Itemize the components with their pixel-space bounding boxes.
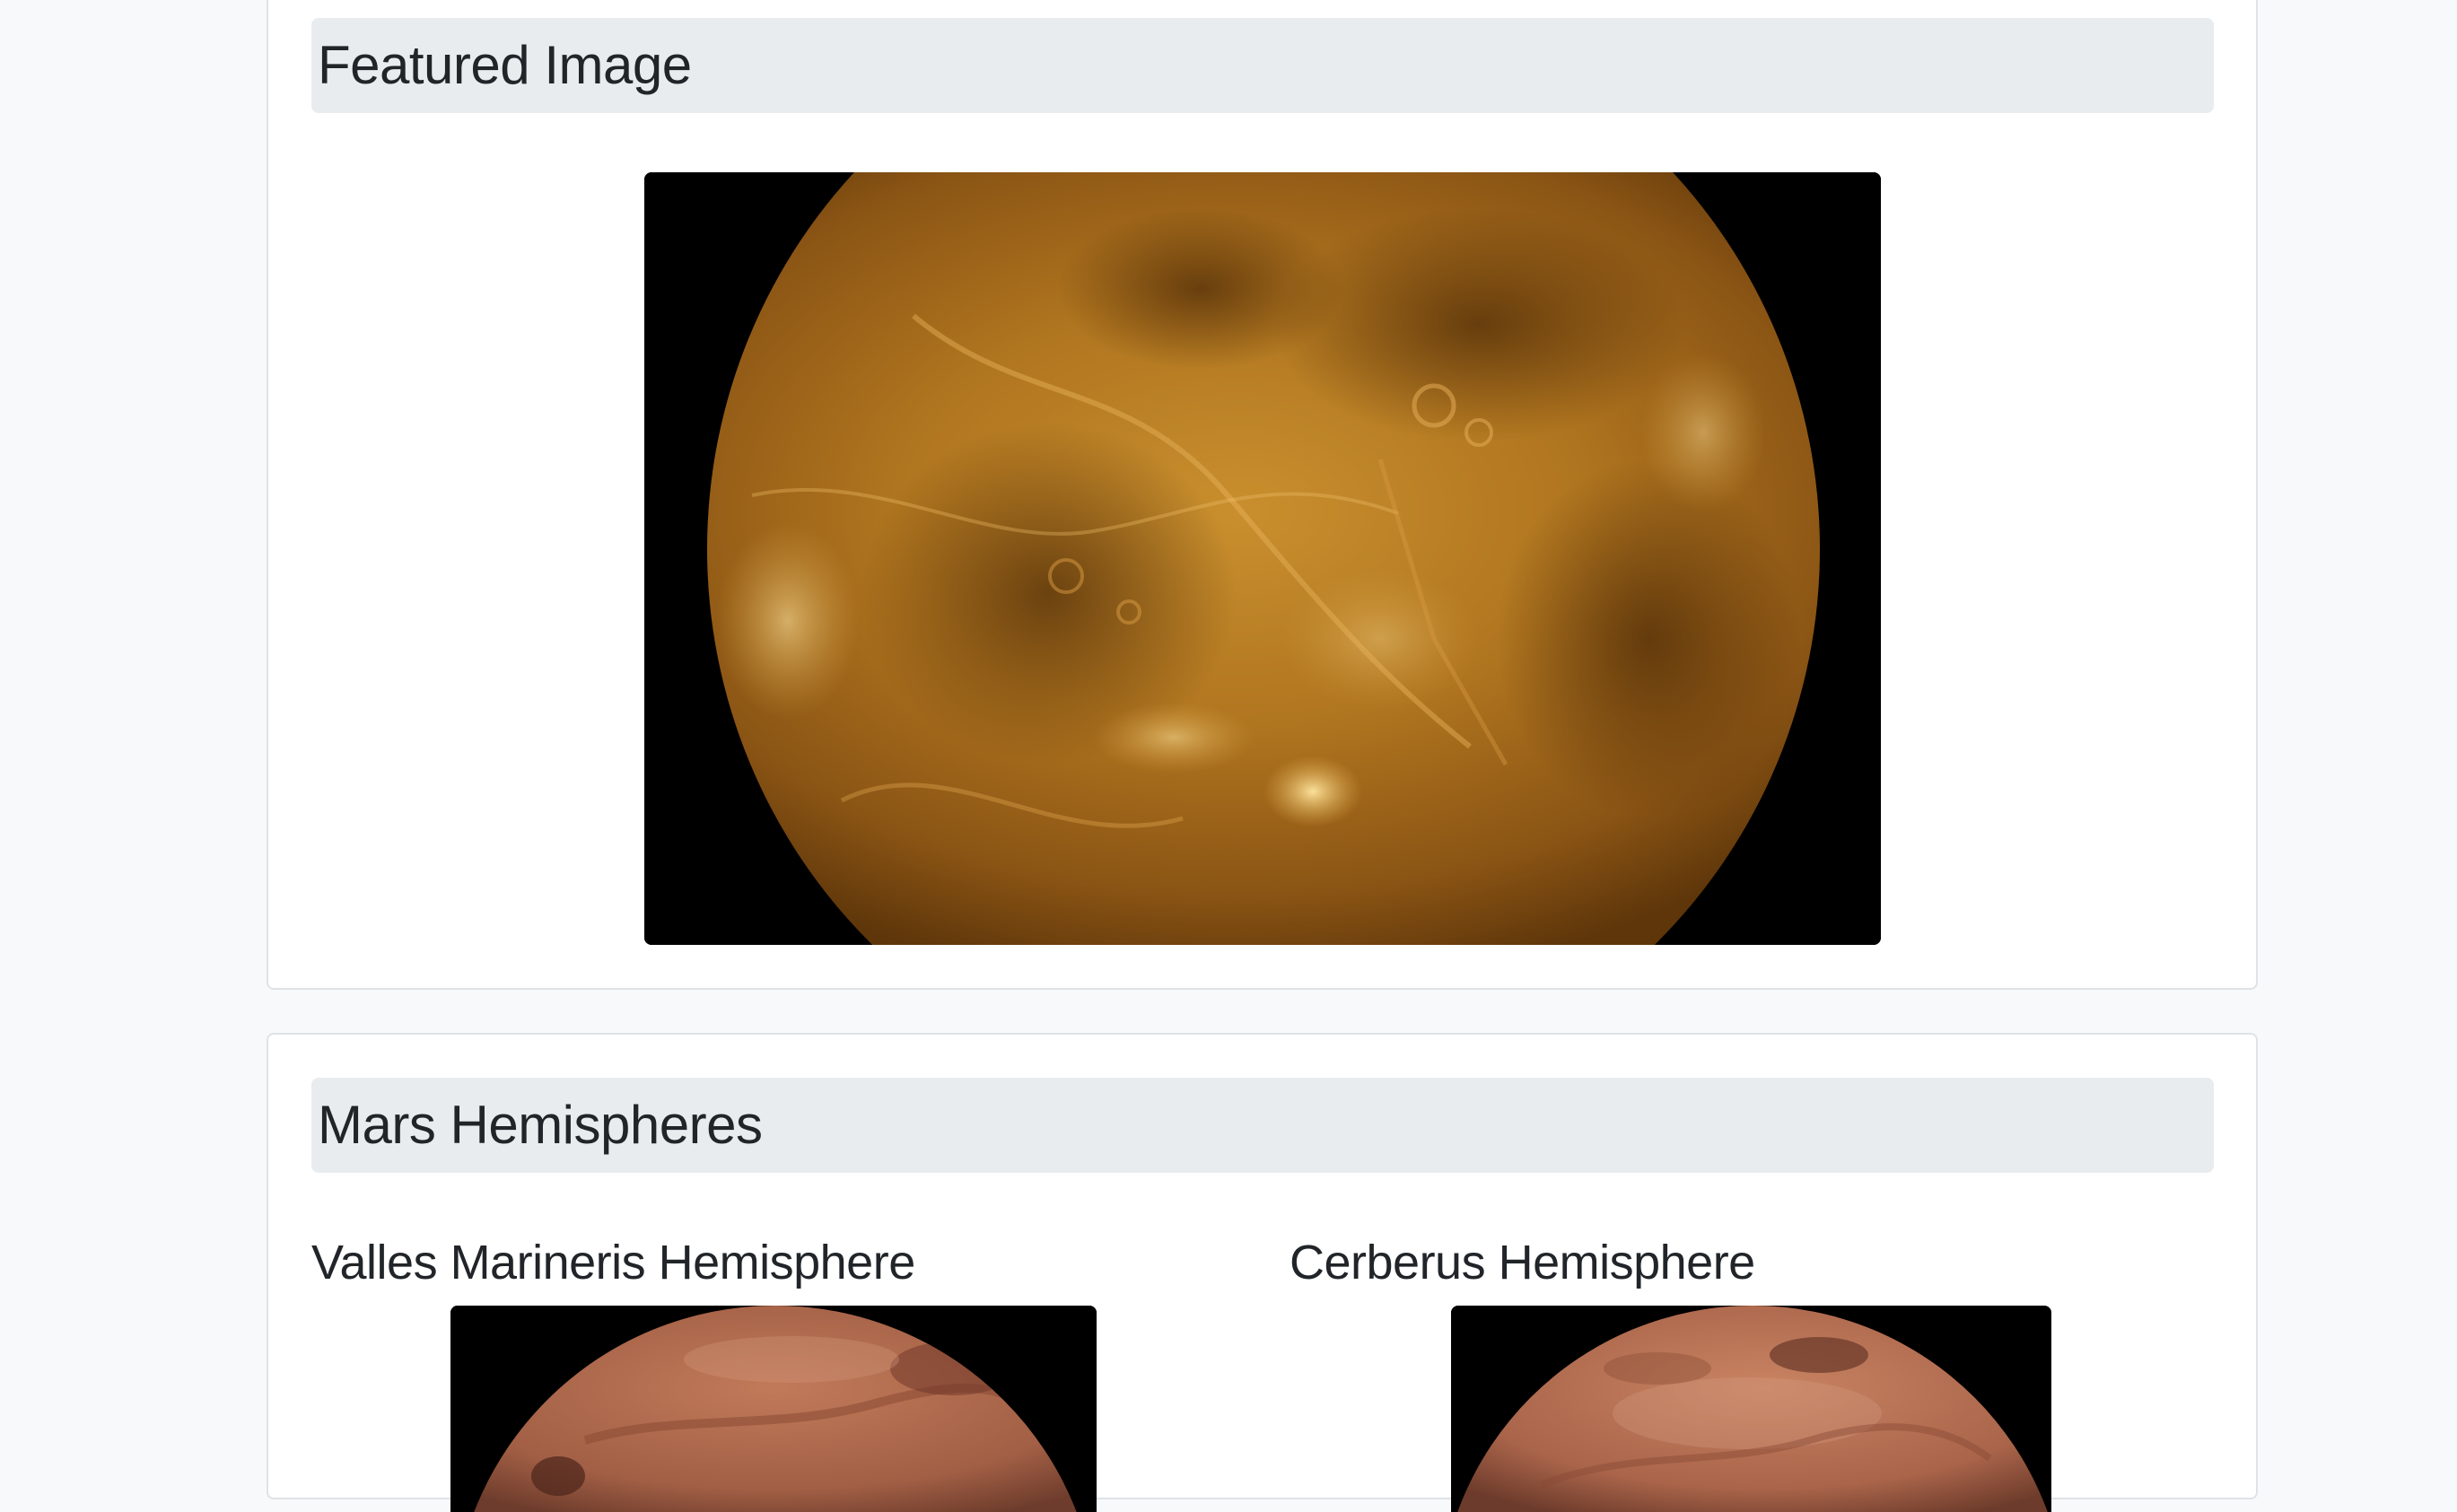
hemisphere-title-cerberus: Cerberus Hemisphere [1290,1236,1755,1289]
featured-image-card: Featured Image [267,0,2258,990]
featured-image[interactable] [644,172,1881,945]
hemisphere-image-cerberus[interactable] [1451,1306,2051,1512]
hemisphere-title-valles-marineris: Valles Marineris Hemisphere [311,1236,915,1289]
mars-hemispheres-card: Mars Hemispheres Valles Marineris Hemisp… [267,1033,2258,1512]
mars-hemispheres-title: Mars Hemispheres [318,1095,763,1155]
hemisphere-image-valles-marineris[interactable] [450,1306,1097,1512]
featured-image-title: Featured Image [318,35,692,95]
mars-hemispheres-header: Mars Hemispheres [311,1078,2214,1173]
venus-globe-image [644,172,1881,945]
featured-image-header: Featured Image [311,18,2214,113]
mars-globe-image [1451,1306,2051,1512]
mars-globe-image [450,1306,1097,1512]
